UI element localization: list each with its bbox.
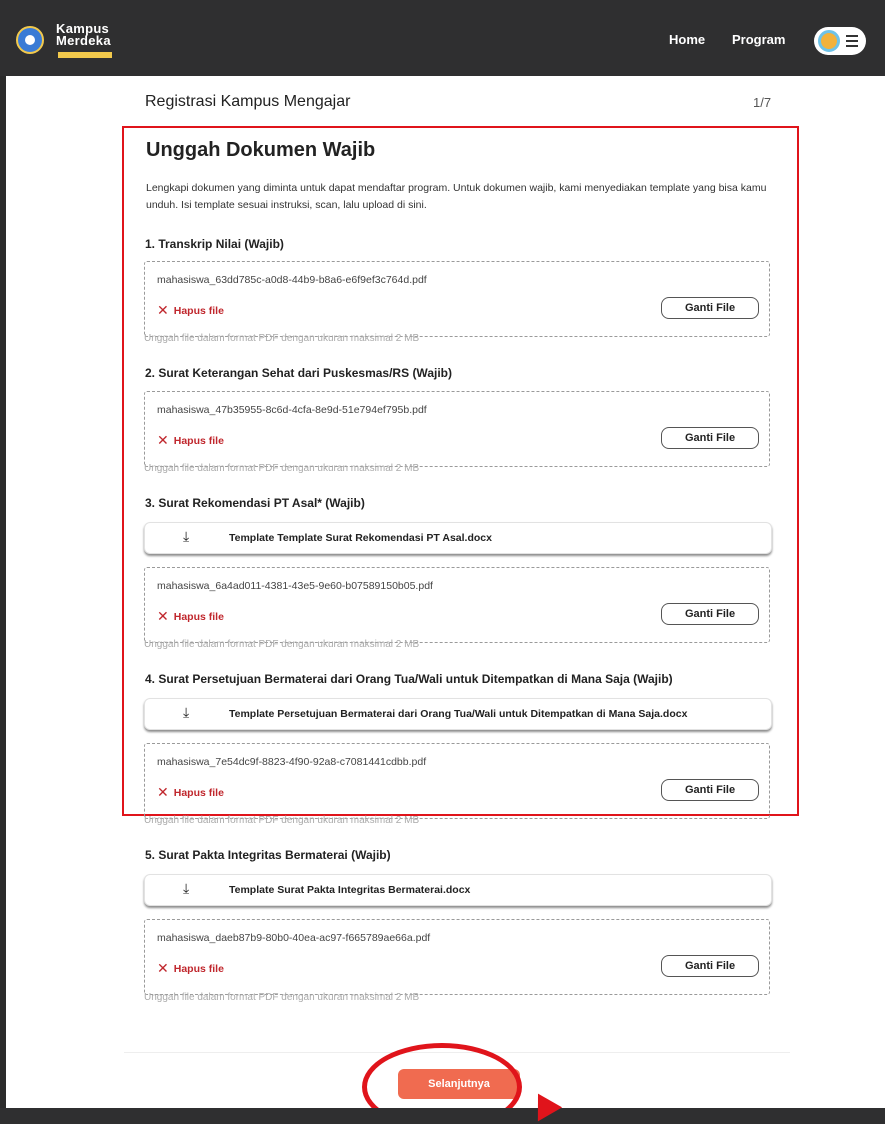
doc-label-transkrip: 1. Transkrip Nilai (Wajib)	[145, 237, 284, 251]
change-file-button[interactable]: Ganti File	[661, 955, 759, 977]
upload-hint: Unggah file dalam format PDF dengan ukur…	[144, 992, 420, 1003]
kampus-merdeka-logo[interactable]: Kampus Merdeka	[56, 22, 111, 48]
nav-home-link[interactable]: Home	[669, 32, 705, 47]
nav-program-link[interactable]: Program	[732, 32, 785, 47]
section-title: Unggah Dokumen Wajib	[146, 139, 376, 161]
file-upload-box: mahasiswa_7e54dc9f-8823-4f90-92a8-c70814…	[144, 743, 770, 819]
doc-label-pakta-integritas: 5. Surat Pakta Integritas Bermaterai (Wa…	[145, 848, 391, 862]
close-icon: ✕	[157, 432, 169, 448]
close-icon: ✕	[157, 302, 169, 318]
delete-file-button[interactable]: ✕ Hapus file	[157, 302, 224, 319]
delete-file-label: Hapus file	[173, 435, 224, 447]
file-upload-box: mahasiswa_6a4ad011-4381-43e5-9e60-b07589…	[144, 567, 770, 643]
download-icon: ⤓	[183, 880, 190, 896]
change-file-button[interactable]: Ganti File	[661, 779, 759, 801]
hamburger-icon	[846, 35, 858, 47]
doc-label-surat-sehat: 2. Surat Keterangan Sehat dari Puskesmas…	[145, 366, 452, 380]
file-upload-box: mahasiswa_daeb87b9-80b0-40ea-ac97-f66578…	[144, 919, 770, 995]
delete-file-button[interactable]: ✕ Hapus file	[157, 784, 224, 801]
user-menu-button[interactable]	[814, 27, 866, 55]
page-footer	[0, 1108, 885, 1124]
page-title: Registrasi Kampus Mengajar	[145, 93, 351, 110]
window-frame	[0, 0, 6, 1124]
close-icon: ✕	[157, 608, 169, 624]
step-indicator: 1/7	[753, 95, 772, 110]
doc-label-surat-persetujuan: 4. Surat Persetujuan Bermaterai dari Ora…	[145, 672, 673, 686]
logo-underline	[58, 52, 112, 58]
file-upload-box: mahasiswa_63dd785c-a0d8-44b9-b8a6-e6f9ef…	[144, 261, 770, 337]
file-name: mahasiswa_47b35955-8c6d-4cfa-8e9d-51e794…	[157, 404, 427, 416]
close-icon: ✕	[157, 784, 169, 800]
template-download-button[interactable]: ⤓ Template Template Surat Rekomendasi PT…	[144, 522, 772, 554]
delete-file-button[interactable]: ✕ Hapus file	[157, 960, 224, 977]
delete-file-label: Hapus file	[173, 787, 224, 799]
file-name: mahasiswa_7e54dc9f-8823-4f90-92a8-c70814…	[157, 756, 427, 768]
delete-file-label: Hapus file	[173, 963, 224, 975]
download-icon: ⤓	[183, 528, 190, 544]
delete-file-label: Hapus file	[173, 305, 224, 317]
delete-file-button[interactable]: ✕ Hapus file	[157, 608, 224, 625]
doc-label-surat-rekomendasi: 3. Surat Rekomendasi PT Asal* (Wajib)	[145, 496, 365, 510]
change-file-button[interactable]: Ganti File	[661, 427, 759, 449]
change-file-button[interactable]: Ganti File	[661, 297, 759, 319]
file-name: mahasiswa_63dd785c-a0d8-44b9-b8a6-e6f9ef…	[157, 274, 427, 286]
upload-hint: Unggah file dalam format PDF dengan ukur…	[144, 639, 420, 650]
tut-wuri-logo-icon[interactable]	[16, 26, 44, 54]
section-intro: Lengkapi dokumen yang diminta untuk dapa…	[146, 182, 767, 211]
template-file-name: Template Template Surat Rekomendasi PT A…	[229, 532, 492, 544]
upload-hint: Unggah file dalam format PDF dengan ukur…	[144, 463, 420, 474]
file-name: mahasiswa_6a4ad011-4381-43e5-9e60-b07589…	[157, 580, 433, 592]
file-upload-box: mahasiswa_47b35955-8c6d-4cfa-8e9d-51e794…	[144, 391, 770, 467]
file-name: mahasiswa_daeb87b9-80b0-40ea-ac97-f66578…	[157, 932, 431, 944]
close-icon: ✕	[157, 960, 169, 976]
upload-hint: Unggah file dalam format PDF dengan ukur…	[144, 815, 420, 826]
top-navbar: Kampus Merdeka Home Program	[0, 0, 885, 76]
upload-hint: Unggah file dalam format PDF dengan ukur…	[144, 333, 420, 344]
logo-line-2: Merdeka	[56, 33, 111, 48]
download-icon: ⤓	[183, 704, 190, 720]
delete-file-label: Hapus file	[173, 611, 224, 623]
template-download-button[interactable]: ⤓ Template Persetujuan Bermaterai dari O…	[144, 698, 772, 730]
delete-file-button[interactable]: ✕ Hapus file	[157, 432, 224, 449]
avatar	[818, 30, 840, 52]
template-file-name: Template Surat Pakta Integritas Bermater…	[229, 884, 471, 896]
template-download-button[interactable]: ⤓ Template Surat Pakta Integritas Bermat…	[144, 874, 772, 906]
change-file-button[interactable]: Ganti File	[661, 603, 759, 625]
template-file-name: Template Persetujuan Bermaterai dari Ora…	[229, 708, 688, 720]
